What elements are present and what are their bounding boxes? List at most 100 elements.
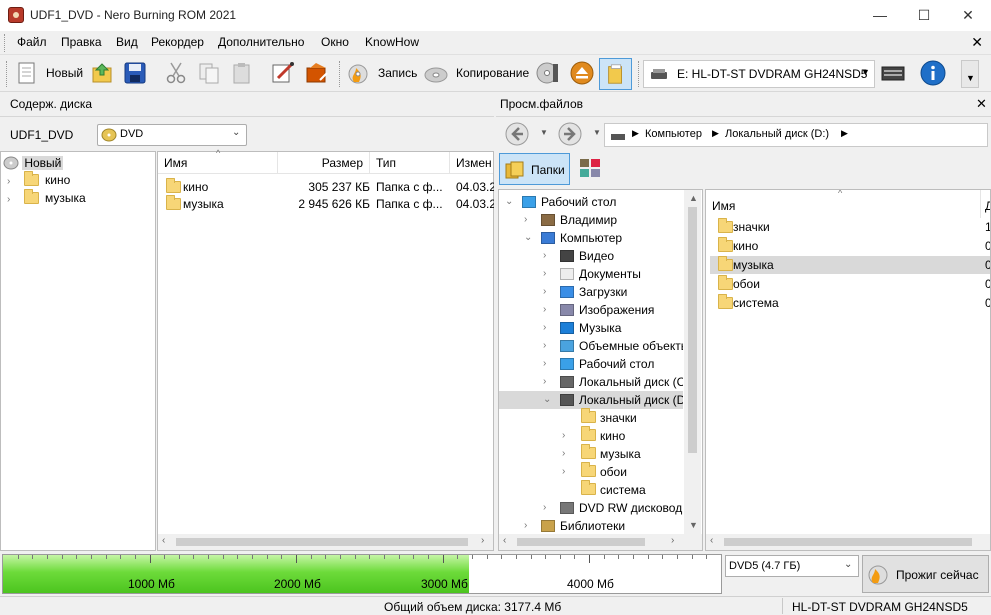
tree-item[interactable]: › Видео: [499, 247, 683, 265]
drive-select[interactable]: E: HL-DT-ST DVDRAM GH24NSD5 ▼: [643, 60, 875, 88]
paste-icon[interactable]: [229, 60, 255, 86]
expand-chevron-icon[interactable]: ›: [562, 463, 565, 481]
scrollbar-thumb[interactable]: [176, 538, 468, 546]
collapse-chevron-icon[interactable]: ⌄: [505, 193, 513, 211]
horizontal-scrollbar[interactable]: ‹ ›: [499, 534, 702, 550]
tree-item-music[interactable]: › музыка: [7, 189, 86, 207]
address-bar[interactable]: ▶ Компьютер ▶ Локальный диск (D:) ▶: [604, 123, 988, 147]
collapse-chevron-icon[interactable]: ⌄: [524, 229, 532, 247]
maximize-button[interactable]: ☐: [901, 0, 947, 31]
scrollbar-thumb[interactable]: [517, 538, 645, 546]
burn-icon[interactable]: [345, 60, 371, 86]
copy-disc-icon[interactable]: [423, 60, 449, 86]
scroll-up-icon[interactable]: ▲: [689, 193, 698, 203]
folder-toggle-button[interactable]: [599, 58, 632, 90]
drive-options-icon[interactable]: [880, 60, 906, 86]
menu-knowhow[interactable]: KnowHow: [365, 35, 419, 49]
back-icon[interactable]: [504, 121, 532, 147]
tree-item[interactable]: › Локальный диск (C:): [499, 373, 683, 391]
copy-icon[interactable]: [196, 60, 222, 86]
copy-button-label[interactable]: Копирование: [456, 66, 529, 80]
column-size[interactable]: Размер: [278, 152, 370, 174]
list-item[interactable]: обои 0: [710, 275, 990, 293]
tree-item[interactable]: › Рабочий стол: [499, 355, 683, 373]
list-item[interactable]: музыка 0: [710, 256, 990, 274]
cut-icon[interactable]: [163, 60, 189, 86]
collapse-chevron-icon[interactable]: ⌄: [543, 391, 551, 409]
tree-item[interactable]: › DVD RW дисковод (E:): [499, 499, 683, 517]
expand-chevron-icon[interactable]: ›: [543, 247, 546, 265]
expand-chevron-icon[interactable]: ›: [524, 517, 527, 535]
expand-chevron-icon[interactable]: ›: [543, 265, 546, 283]
expand-chevron-icon[interactable]: ›: [543, 319, 546, 337]
list-item[interactable]: система 0: [710, 294, 990, 312]
expand-chevron-icon[interactable]: ›: [543, 283, 546, 301]
expand-chevron-icon[interactable]: ›: [562, 427, 565, 445]
media-type-select[interactable]: DVD5 (4.7 ГБ) ⌄: [725, 555, 859, 577]
file-browser-close-button[interactable]: ✕: [976, 96, 987, 112]
back-history-chevron-icon[interactable]: ▼: [540, 128, 548, 137]
list-item[interactable]: кино 0: [710, 237, 990, 255]
open-icon[interactable]: [90, 60, 116, 86]
list-item[interactable]: значки 1: [710, 218, 990, 236]
tree-item[interactable]: › Объемные объекты: [499, 337, 683, 355]
menu-extras[interactable]: Дополнительно: [218, 35, 304, 49]
save-icon[interactable]: [122, 60, 148, 86]
scrollbar-thumb[interactable]: [724, 538, 972, 546]
minimize-button[interactable]: —: [857, 0, 903, 31]
scroll-right-icon[interactable]: ›: [481, 535, 484, 546]
disc-type-select[interactable]: DVD ⌄: [97, 124, 247, 146]
folders-button[interactable]: Папки: [499, 153, 570, 185]
menu-view[interactable]: Вид: [116, 35, 138, 49]
horizontal-scrollbar[interactable]: ‹: [706, 534, 990, 550]
expand-chevron-icon[interactable]: ›: [543, 337, 546, 355]
menu-edit[interactable]: Правка: [61, 35, 102, 49]
tree-item[interactable]: ⌄ Рабочий стол: [499, 193, 683, 211]
table-row[interactable]: музыка 2 945 626 КБ Папка с ф... 04.03.2: [166, 195, 494, 213]
breadcrumb-computer[interactable]: Компьютер: [645, 128, 702, 140]
expand-chevron-icon[interactable]: ›: [543, 499, 546, 517]
tree-item[interactable]: система: [499, 480, 683, 499]
eject-icon[interactable]: [569, 60, 595, 86]
tree-item[interactable]: › Владимир: [499, 211, 683, 229]
erase-icon[interactable]: [304, 60, 330, 86]
column-modified[interactable]: Измен: [450, 152, 493, 174]
expand-chevron-icon[interactable]: ›: [543, 373, 546, 391]
scroll-left-icon[interactable]: ‹: [710, 535, 713, 546]
tree-item[interactable]: › обои: [499, 462, 683, 481]
burn-now-button[interactable]: Прожиг сейчас: [862, 555, 989, 593]
tree-item[interactable]: › Загрузки: [499, 283, 683, 301]
tree-item-kino[interactable]: › кино: [7, 171, 70, 189]
forward-history-chevron-icon[interactable]: ▼: [593, 128, 601, 137]
scroll-left-icon[interactable]: ‹: [503, 535, 506, 546]
forward-icon[interactable]: [557, 121, 585, 147]
burn-button-label[interactable]: Запись: [378, 66, 417, 80]
expand-chevron-icon[interactable]: ›: [543, 301, 546, 319]
new-disc-icon[interactable]: [14, 60, 40, 86]
scroll-down-icon[interactable]: ▼: [689, 520, 698, 530]
tree-item[interactable]: › Изображения: [499, 301, 683, 319]
properties-icon[interactable]: [270, 60, 296, 86]
tree-item[interactable]: › кино: [499, 426, 683, 445]
tree-item[interactable]: ⌄ Локальный диск (D:): [499, 391, 683, 409]
tree-item[interactable]: › Документы: [499, 265, 683, 283]
column-name[interactable]: Имя: [712, 199, 735, 213]
tree-item[interactable]: › Библиотеки: [499, 517, 683, 535]
disc-info-icon[interactable]: [535, 60, 561, 86]
table-row[interactable]: кино 305 237 КБ Папка с ф... 04.03.2: [166, 178, 494, 196]
expand-chevron-icon[interactable]: ›: [524, 211, 527, 229]
tree-root-item[interactable]: Новый: [3, 153, 64, 171]
tree-item[interactable]: › музыка: [499, 444, 683, 463]
menu-close-button[interactable]: ✕: [971, 34, 983, 51]
toolbar-overflow-button[interactable]: ▼: [961, 60, 979, 88]
info-icon[interactable]: [920, 60, 946, 86]
menu-file[interactable]: Файл: [17, 35, 47, 49]
scroll-left-icon[interactable]: ‹: [162, 535, 165, 546]
breadcrumb-disk-d[interactable]: Локальный диск (D:): [725, 128, 829, 140]
column-type[interactable]: Тип: [370, 152, 450, 174]
scrollbar-thumb[interactable]: [688, 207, 697, 453]
menu-window[interactable]: Окно: [321, 35, 349, 49]
tree-item[interactable]: › Музыка: [499, 319, 683, 337]
tree-item[interactable]: ⌄ Компьютер: [499, 229, 683, 247]
close-button[interactable]: ✕: [945, 0, 991, 31]
